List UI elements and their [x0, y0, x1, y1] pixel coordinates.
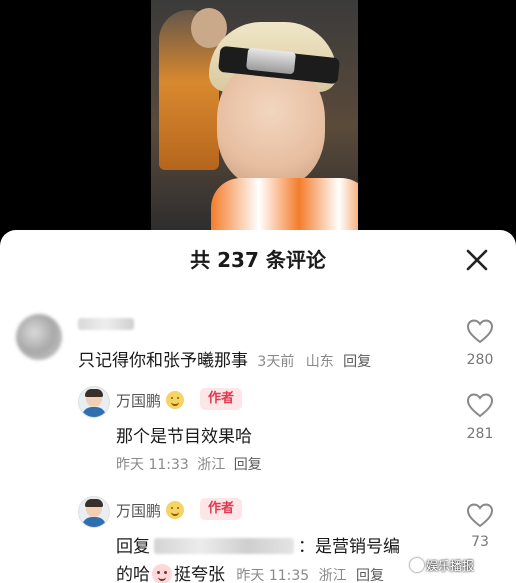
comment-meta: 昨天 11:33 浙江 回复 — [116, 454, 262, 474]
smile-emoji — [165, 391, 184, 409]
author-avatar[interactable] — [78, 496, 110, 528]
comment-location: 浙江 — [318, 568, 347, 583]
like-count: 73 — [471, 534, 489, 550]
comment-time: 3天前 — [257, 354, 295, 370]
like-count: 280 — [466, 352, 494, 368]
reply-button[interactable]: 回复 — [343, 354, 371, 370]
reply-prefix: 回复 — [116, 537, 150, 557]
comment-body-line-1: 回复 ：是营销号编 — [116, 532, 400, 557]
reply-button[interactable]: 回复 — [234, 457, 262, 473]
comment-location: 山东 — [305, 354, 334, 370]
comment-body: 只记得你和张予曦那事 — [78, 351, 248, 371]
author-name[interactable]: 万国鹏 — [116, 502, 161, 520]
watermark-text: 娱乐播报 — [426, 559, 475, 573]
author-tag: 作者 — [200, 388, 243, 410]
like-count: 281 — [466, 426, 494, 442]
smile-emoji — [165, 501, 184, 519]
comment-text: 只记得你和张予曦那事 3天前 山东 回复 — [78, 346, 371, 371]
author-avatar[interactable] — [78, 386, 110, 418]
scarf — [211, 178, 358, 230]
comments-title: 共 237 条评论 — [190, 248, 326, 272]
author-name-line: 万国鹏 — [116, 500, 184, 521]
blush-emoji — [152, 564, 172, 583]
video-player[interactable] — [0, 0, 516, 230]
heart-icon[interactable] — [466, 318, 494, 344]
username-blurred[interactable] — [78, 318, 134, 330]
heart-icon[interactable] — [466, 392, 494, 418]
close-icon[interactable] — [463, 246, 491, 274]
watermark-icon — [410, 558, 424, 572]
video-frame — [151, 0, 358, 230]
comment-time: 昨天 11:35 — [236, 568, 310, 583]
author-name-line: 万国鹏 — [116, 390, 184, 411]
comment-location: 浙江 — [197, 457, 226, 473]
heart-icon[interactable] — [466, 502, 494, 528]
comment-time: 昨天 11:33 — [116, 457, 189, 473]
comment-body-line-2: 的哈 挺夸张 昨天 11:35 浙江 回复 — [116, 560, 384, 583]
comments-sheet: 共 237 条评论 只记得你和张予曦那事 3天前 山东 回复 280 万国鹏 作… — [0, 230, 516, 583]
reply-text: ：是营销号编 — [298, 537, 400, 557]
reply-text: 的哈 — [116, 565, 150, 583]
mention-blurred[interactable] — [154, 538, 294, 554]
reply-button[interactable]: 回复 — [356, 568, 384, 583]
watermark: 娱乐播报 — [410, 556, 474, 576]
author-tag: 作者 — [200, 498, 243, 520]
reply-text: 挺夸张 — [174, 565, 225, 583]
comment-body: 那个是节目效果哈 — [116, 427, 252, 447]
author-name[interactable]: 万国鹏 — [116, 392, 161, 410]
avatar[interactable] — [16, 314, 62, 360]
